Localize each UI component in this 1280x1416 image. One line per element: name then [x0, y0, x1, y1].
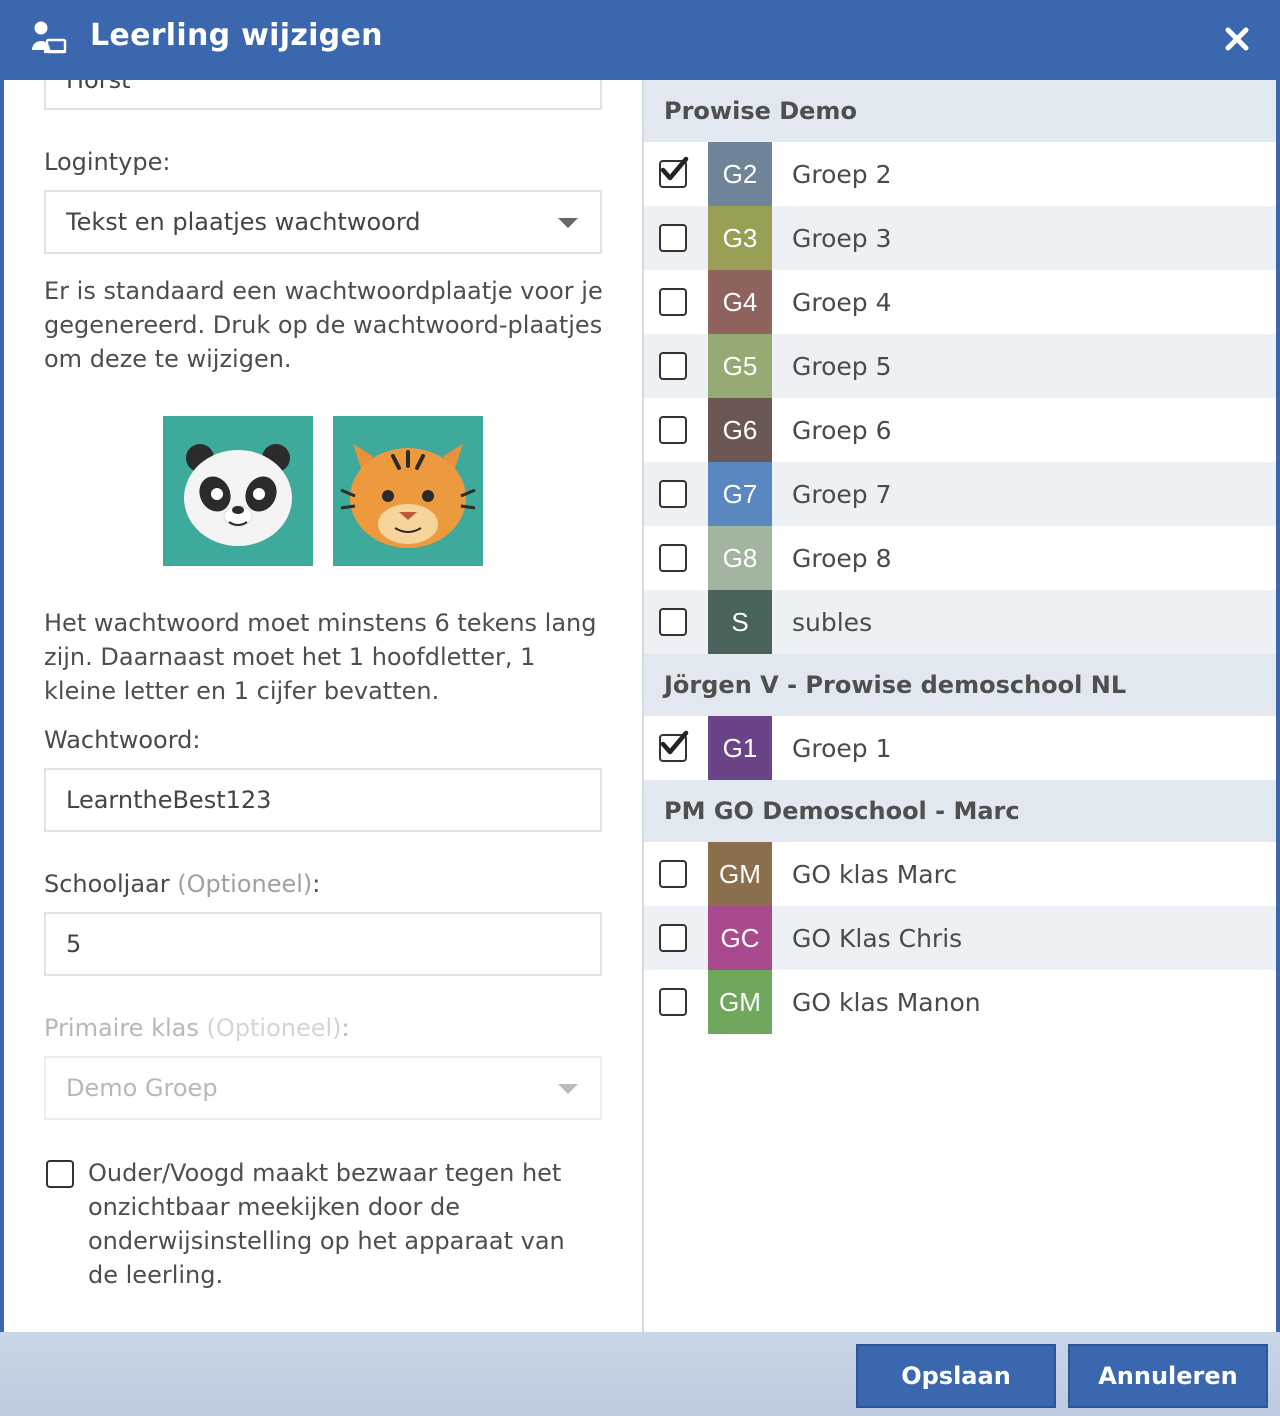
class-name: GO klas Marc — [792, 859, 958, 889]
class-list-pane[interactable]: Prowise Demo G2 Groep 2 G3 Groep 3 G4 Groep 4G… — [644, 80, 1276, 1332]
lastname-field[interactable]: Horst — [44, 80, 602, 110]
class-badge: GM — [708, 970, 772, 1034]
class-badge: S — [708, 590, 772, 654]
class-checkbox[interactable] — [659, 288, 687, 316]
class-name: subles — [792, 607, 873, 637]
class-badge: G5 — [708, 334, 772, 398]
password-image-info: Er is standaard een wachtwoordplaatje vo… — [44, 277, 603, 373]
password-rules: Het wachtwoord moet minstens 6 tekens la… — [44, 609, 597, 705]
dialog-header: Leerling wijzigen — [0, 0, 1280, 80]
class-badge: G7 — [708, 462, 772, 526]
class-name: Groep 2 — [792, 159, 892, 189]
class-row[interactable]: Ssubles — [644, 590, 1276, 654]
form-pane[interactable]: Horst Logintype: Tekst en plaatjes wacht… — [4, 80, 642, 1332]
class-badge: G4 — [708, 270, 772, 334]
class-name: Groep 7 — [792, 479, 892, 509]
chevron-down-icon — [558, 218, 578, 228]
class-name: GO klas Manon — [792, 987, 981, 1017]
primary-class-select[interactable]: Demo Groep — [44, 1056, 602, 1120]
school-header: Prowise Demo — [644, 80, 1276, 142]
class-name: Groep 4 — [792, 287, 892, 317]
class-name: Groep 3 — [792, 223, 892, 253]
class-checkbox[interactable] — [659, 924, 687, 952]
class-name: Groep 8 — [792, 543, 892, 573]
class-row[interactable]: G8 Groep 8 — [644, 526, 1276, 590]
class-badge: GM — [708, 842, 772, 906]
class-badge: G2 — [708, 142, 772, 206]
class-checkbox[interactable] — [659, 730, 689, 762]
class-row[interactable]: G6 Groep 6 — [644, 398, 1276, 462]
class-row[interactable]: G5 Groep 5 — [644, 334, 1276, 398]
class-row[interactable]: GM GO klas Marc — [644, 842, 1276, 906]
class-badge: GC — [708, 906, 772, 970]
class-row[interactable]: G1 Groep 1 — [644, 716, 1276, 780]
close-icon[interactable] — [1218, 20, 1256, 58]
consent-label: Ouder/Voogd maakt bezwaar tegen het onzi… — [88, 1159, 565, 1289]
class-badge: G6 — [708, 398, 772, 462]
class-checkbox[interactable] — [659, 544, 687, 572]
save-button[interactable]: Opslaan — [856, 1344, 1056, 1408]
password-image-tiger[interactable] — [333, 416, 483, 566]
logintype-select[interactable]: Tekst en plaatjes wachtwoord — [44, 190, 602, 254]
cancel-button[interactable]: Annuleren — [1068, 1344, 1268, 1408]
class-badge: G1 — [708, 716, 772, 780]
user-edit-icon — [32, 21, 67, 54]
panda-icon — [184, 444, 292, 546]
class-checkbox[interactable] — [659, 860, 687, 888]
primary-class-label: Primaire klas (Optioneel): — [44, 1014, 350, 1042]
class-row[interactable]: G2 Groep 2 — [644, 142, 1276, 206]
class-badge: G3 — [708, 206, 772, 270]
school-header: PM GO Demoschool - Marc — [644, 780, 1276, 842]
checkmark-icon — [660, 730, 689, 755]
class-checkbox[interactable] — [659, 416, 687, 444]
class-name: Groep 1 — [792, 733, 892, 763]
class-badge: G8 — [708, 526, 772, 590]
class-name: Groep 6 — [792, 415, 892, 445]
class-checkbox[interactable] — [659, 480, 687, 508]
class-checkbox[interactable] — [659, 608, 687, 636]
class-name: Groep 5 — [792, 351, 892, 381]
schooljaar-field[interactable]: 5 — [44, 912, 602, 976]
class-row[interactable]: GC GO Klas Chris — [644, 906, 1276, 970]
class-row[interactable]: G7 Groep 7 — [644, 462, 1276, 526]
class-checkbox[interactable] — [659, 352, 687, 380]
checkmark-icon — [660, 156, 689, 181]
class-row[interactable]: G4 Groep 4 — [644, 270, 1276, 334]
class-checkbox[interactable] — [659, 988, 687, 1016]
class-checkbox[interactable] — [659, 156, 689, 188]
password-label: Wachtwoord: — [44, 726, 201, 754]
schooljaar-label: Schooljaar (Optioneel): — [44, 870, 321, 898]
consent-checkbox[interactable] — [46, 1160, 74, 1188]
password-field[interactable]: LearntheBest123 — [44, 768, 602, 832]
class-row[interactable]: GM GO klas Manon — [644, 970, 1276, 1034]
dialog-title: Leerling wijzigen — [90, 18, 383, 53]
class-name: GO Klas Chris — [792, 923, 963, 953]
password-image-panda[interactable] — [163, 416, 313, 566]
school-header: Jörgen V - Prowise demoschool NL — [644, 654, 1276, 716]
logintype-label: Logintype: — [44, 148, 171, 176]
dialog-border-right — [1276, 80, 1280, 1416]
class-row[interactable]: G3 Groep 3 — [644, 206, 1276, 270]
class-checkbox[interactable] — [659, 224, 687, 252]
tiger-icon — [340, 444, 476, 548]
chevron-down-icon — [558, 1084, 578, 1094]
